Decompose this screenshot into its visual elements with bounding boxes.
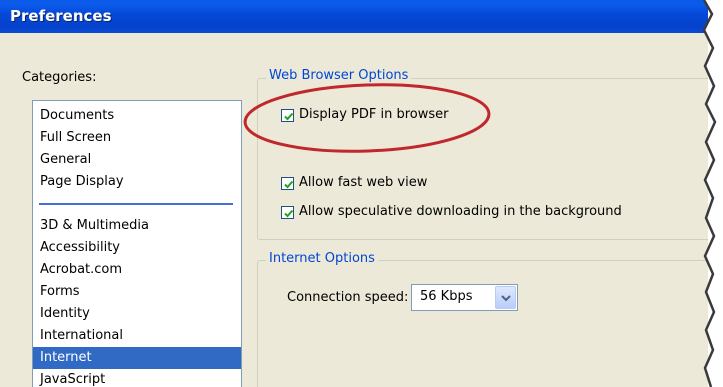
torn-edge-shadow xyxy=(702,0,723,387)
